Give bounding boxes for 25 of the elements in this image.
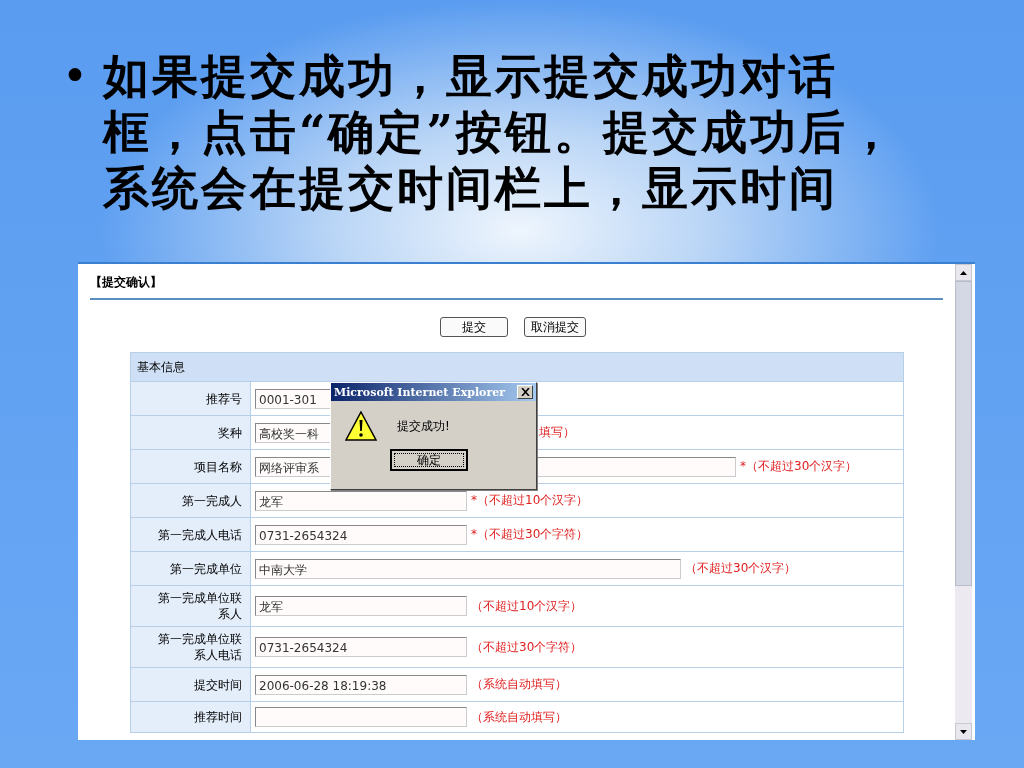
bullet-text: 如果提交成功，显示提交成功对话框，点击“确定”按钮。提交成功后，系统会在提交时间栏上，显示时间 [103,48,898,216]
hint-text: 填写） [539,424,575,441]
field-label: 项目名称 [194,458,242,475]
field-label: 奖种 [218,424,242,441]
field-label: 第一完成单位 [170,560,242,577]
field-label: 推荐号 [206,390,242,407]
field-label: 第一完成人电话 [158,526,242,543]
field-label: 第一完成单位联系人 [157,590,242,622]
field-label: 第一完成人 [182,492,242,509]
section-header: 基本信息 [131,353,903,382]
field-label: 推荐时间 [194,709,242,725]
bullet: • [62,49,89,103]
hint-text: *（不超过30个字符） [471,526,589,543]
hint-text: （不超过30个字符） [471,638,583,656]
field-label: 第一完成单位联系人电话 [157,631,242,663]
page-heading: 【提交确认】 [90,274,163,290]
hint-text: *（不超过10个汉字） [471,492,589,509]
hint-text: （不超过10个汉字） [471,597,583,615]
hint-text: *（不超过30个汉字） [740,458,858,475]
hint-text: （系统自动填写） [471,676,567,693]
hint-text: （系统自动填写） [471,708,567,726]
dialog-title: Microsoft Internet Explorer [334,385,506,399]
hint-text: （不超过30个汉字） [685,560,797,577]
dialog-message: 提交成功! [397,417,450,435]
field-label: 提交时间 [194,676,242,693]
